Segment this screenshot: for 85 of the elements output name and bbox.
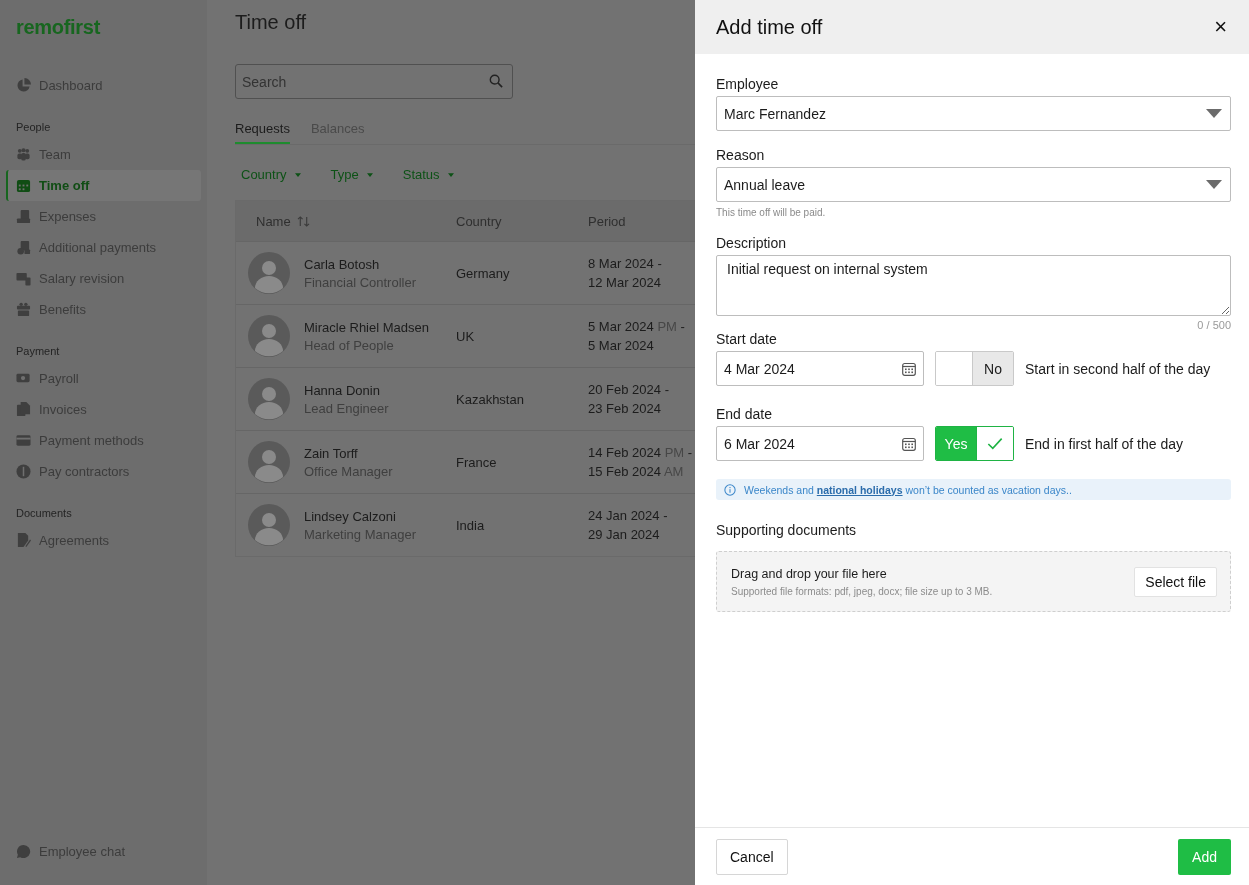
close-button[interactable]: ×: [1212, 16, 1229, 38]
caret-icon: [447, 172, 454, 177]
national-holidays-link[interactable]: national holidays: [816, 483, 903, 496]
checkmark-icon: [987, 437, 1003, 450]
panel-title: Add time off: [716, 15, 823, 39]
search-field[interactable]: Search: [235, 64, 513, 99]
character-counter: 0 / 500: [1197, 319, 1231, 331]
search-icon: [489, 74, 503, 88]
dollar-coin-icon: [16, 464, 31, 479]
receipt-icon: [16, 209, 31, 224]
date-field[interactable]: 4 Mar 2024: [716, 351, 924, 386]
remofirst-logo: remofirst: [16, 16, 100, 39]
employee-name: Lindsey Calzoni: [304, 508, 397, 524]
period-text: 23 Feb 2024: [588, 400, 662, 418]
employee-select[interactable]: Marc Fernandez: [716, 96, 1231, 131]
section-heading: Payment: [16, 345, 60, 357]
caret-icon: [294, 172, 301, 177]
period-text: 29 Jan 2024: [588, 526, 661, 544]
toggle-label: Start in second half of the day: [1025, 360, 1211, 377]
calendar-icon[interactable]: [902, 361, 916, 376]
drop-zone-hint: Supported file formats: pdf, jpeg, docx; file size up to 3 MB.: [731, 585, 993, 597]
table-cell-text: France: [456, 454, 498, 470]
pie-chart-icon: [16, 78, 31, 93]
section-heading: Documents: [16, 507, 72, 519]
table-cell-text: Kazakhstan: [456, 391, 525, 407]
filter-dropdown[interactable]: Status: [402, 163, 454, 186]
avatar: [248, 315, 290, 357]
sidebar-item[interactable]: Time off: [6, 170, 201, 201]
column-header: Country: [456, 213, 503, 229]
avatar: [248, 378, 290, 420]
card-icon: [16, 433, 31, 448]
field-hint: This time off will be paid.: [716, 207, 826, 218]
column-header: Period: [588, 213, 627, 229]
half-day-toggle[interactable]: No: [935, 351, 1014, 386]
dropdown-arrow-icon: [1206, 109, 1222, 118]
employee-name: Zain Torff: [304, 445, 359, 461]
drop-zone-title: Drag and drop your file here: [731, 566, 888, 581]
date-field[interactable]: 6 Mar 2024: [716, 426, 924, 461]
select-file-button[interactable]: Select file: [1134, 566, 1217, 597]
field-label: End date: [716, 406, 773, 422]
add-button[interactable]: Add: [1178, 838, 1231, 875]
employee-name: Carla Botosh: [304, 256, 381, 272]
calendar-icon: [16, 178, 31, 193]
toggle-label: End in first half of the day: [1025, 435, 1183, 452]
filter-dropdown[interactable]: Type: [330, 163, 373, 186]
receipt-plus-icon: [16, 240, 31, 255]
chat-bubble-icon: [16, 844, 31, 859]
avatar: [248, 252, 290, 294]
reason-select[interactable]: Annual leave: [716, 167, 1231, 202]
caret-icon: [366, 172, 373, 177]
tab[interactable]: Requests: [235, 119, 290, 144]
period-text: 12 Mar 2024: [588, 274, 662, 292]
period-text: 20 Feb 2024 -: [588, 381, 670, 399]
filter-dropdown[interactable]: Country: [241, 163, 301, 186]
column-header[interactable]: Name: [256, 213, 291, 229]
documents-icon: [16, 402, 31, 417]
info-icon: [724, 483, 736, 496]
dropdown-arrow-icon: [1206, 180, 1222, 189]
gift-icon: [16, 302, 31, 317]
money-calculator-icon: [16, 271, 31, 286]
cancel-button[interactable]: Cancel: [716, 838, 788, 875]
half-day-toggle[interactable]: Yes: [935, 426, 1014, 461]
file-drop-zone[interactable]: Drag and drop your file here Supported file formats: pdf, jpeg, docx; file size up to 3 MB. Select file: [716, 551, 1231, 612]
field-label: Start date: [716, 331, 777, 347]
field-label: Reason: [716, 147, 765, 163]
document-pen-icon: [16, 533, 31, 548]
table-cell-text: Germany: [456, 265, 511, 281]
avatar: [248, 441, 290, 483]
table-cell-text: UK: [456, 328, 476, 344]
table-cell-text: India: [456, 517, 486, 533]
field-label: Supporting documents: [716, 522, 857, 538]
info-text: Weekends and national holidays won’t be counted as vacation days..: [744, 483, 1072, 496]
description-field[interactable]: Initial request on internal system: [716, 255, 1231, 316]
period-text: 8 Mar 2024 -: [588, 255, 663, 273]
field-label: Description: [716, 235, 787, 251]
period-text: 24 Jan 2024 -: [588, 507, 669, 525]
avatar: [248, 504, 290, 546]
employee-name: Miracle Rhiel Madsen: [304, 319, 429, 335]
calendar-icon[interactable]: [902, 436, 916, 451]
period-text: 5 Mar 2024: [588, 337, 655, 355]
employee-name: Hanna Donin: [304, 382, 381, 398]
people-icon: [16, 147, 31, 162]
field-label: Employee: [716, 76, 779, 92]
page-title: Time off: [235, 11, 307, 34]
section-heading: People: [16, 121, 51, 133]
